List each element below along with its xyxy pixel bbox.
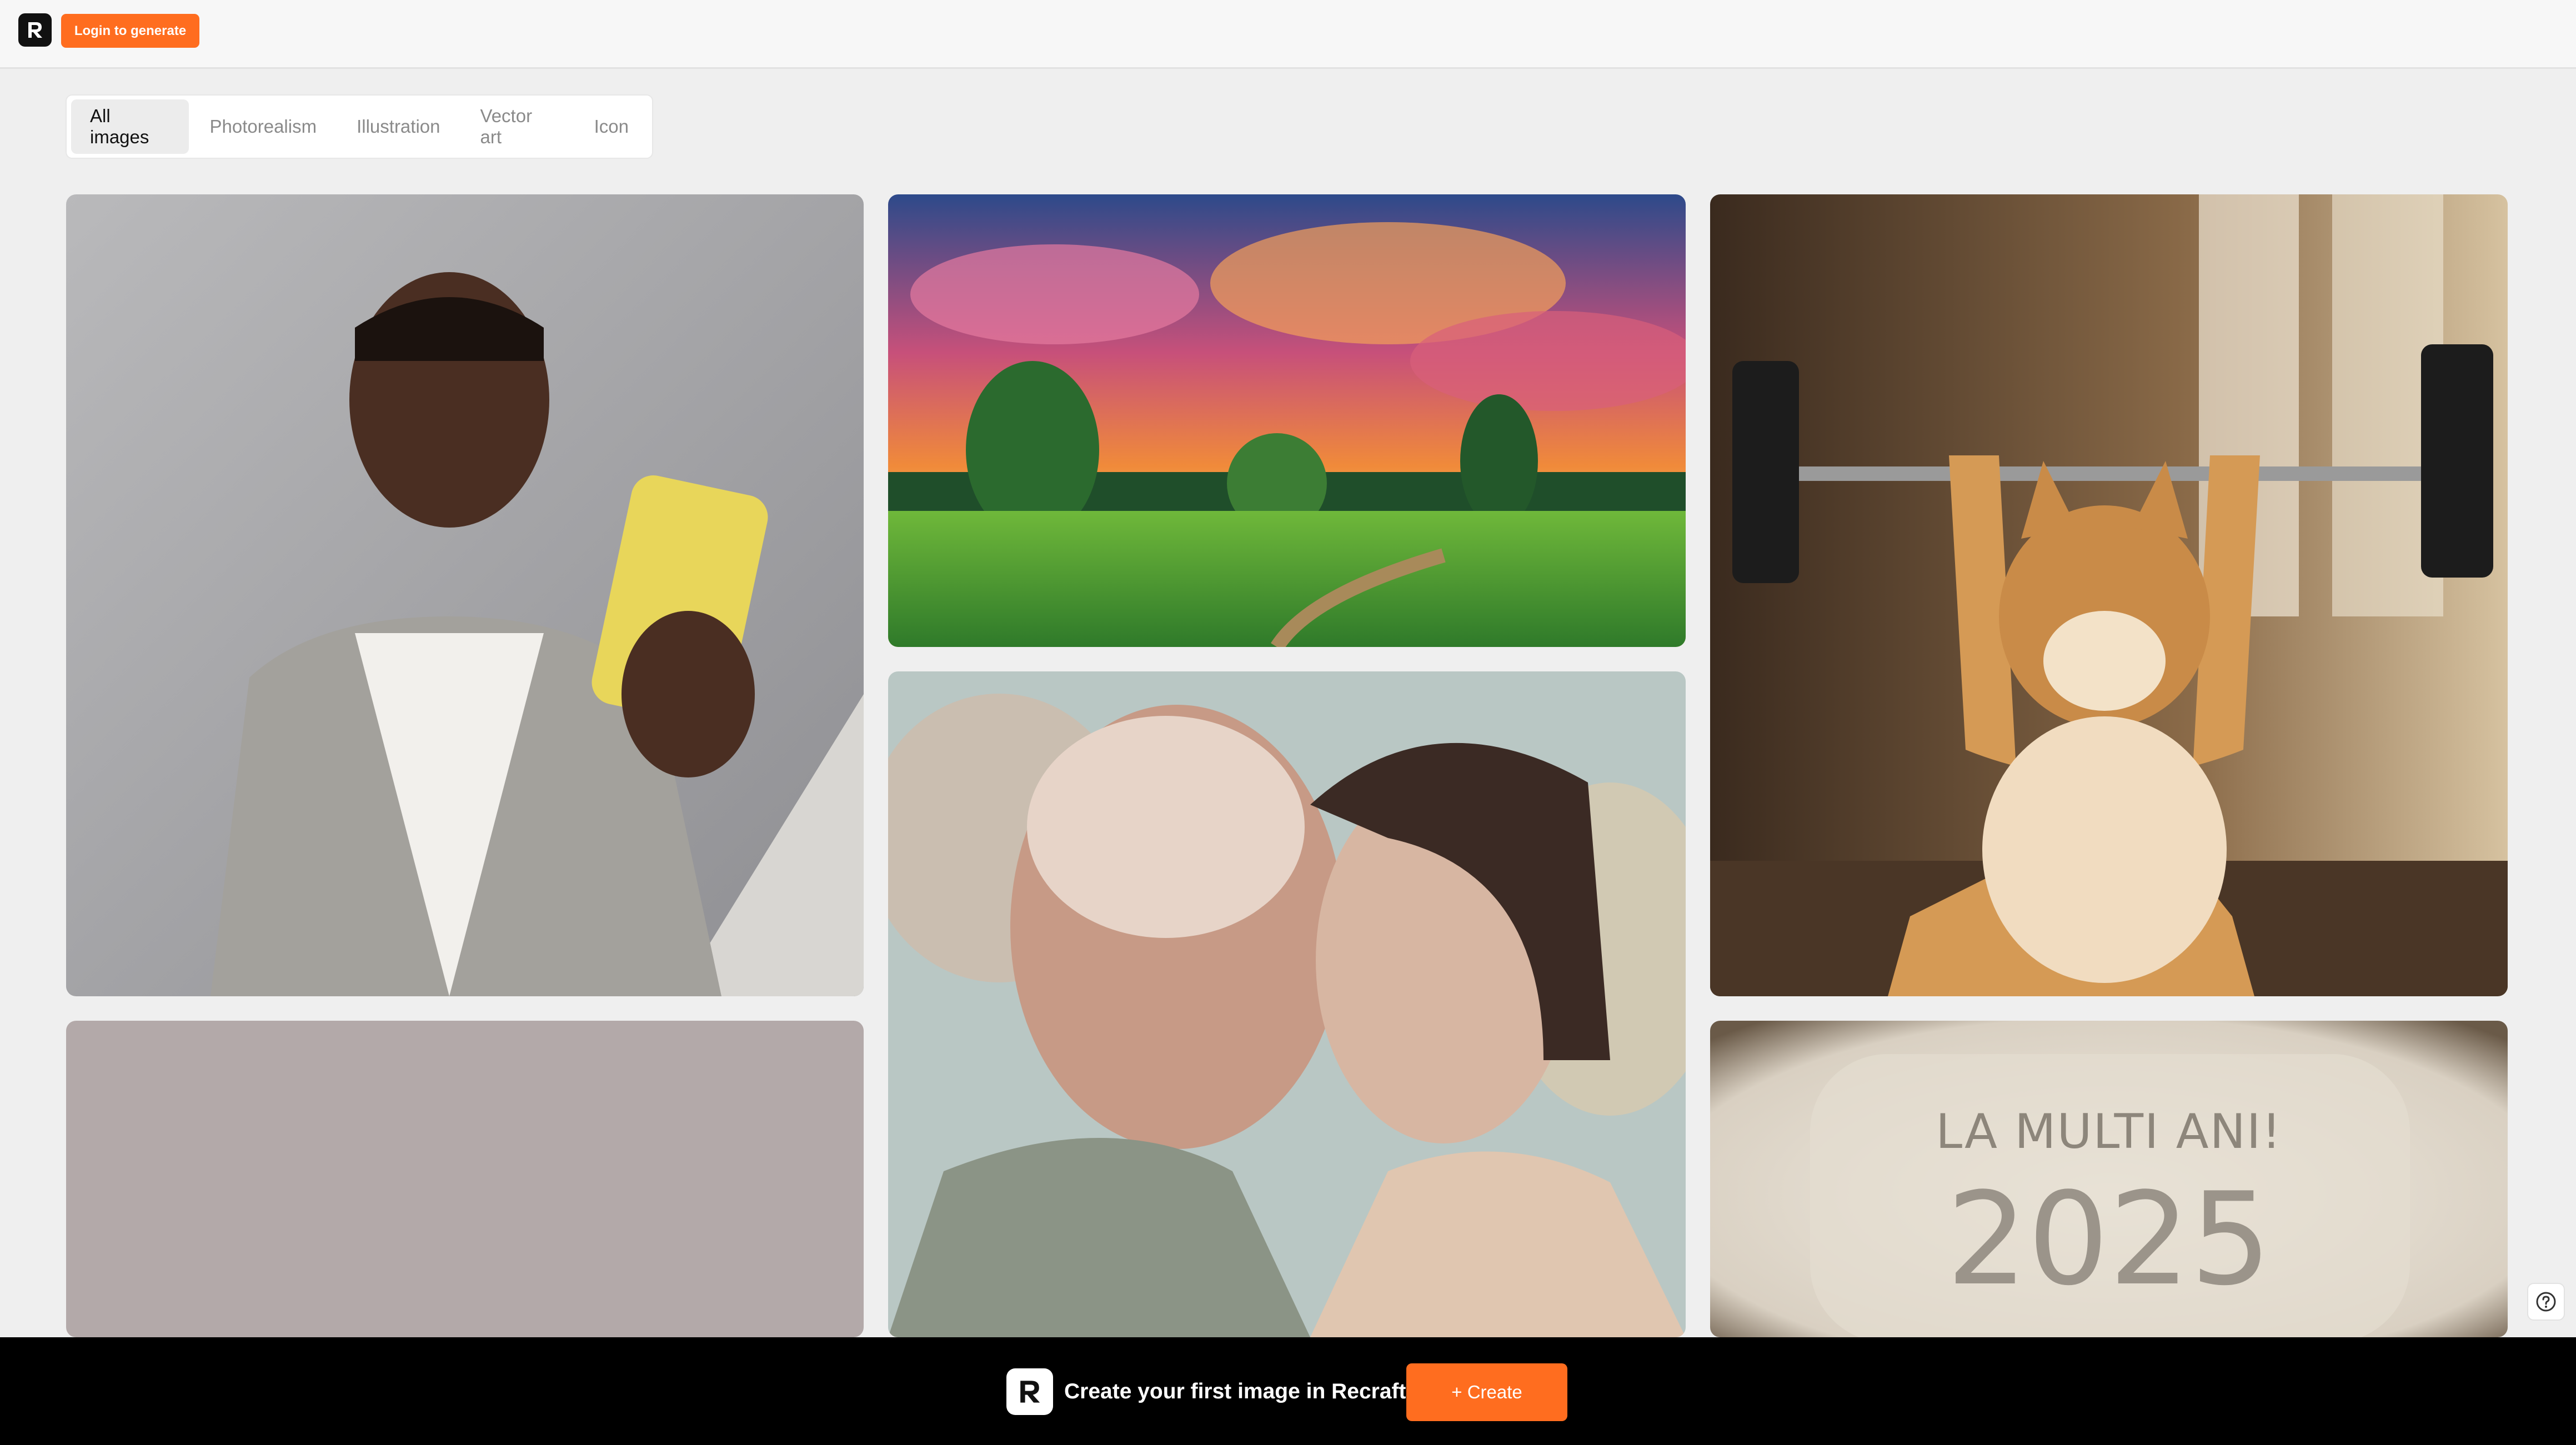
gallery-image-corgi-weightlifting[interactable] xyxy=(1710,194,2508,996)
tab-vector-art[interactable]: Vector art xyxy=(462,99,573,154)
tab-icon[interactable]: Icon xyxy=(575,99,648,154)
tab-photorealism[interactable]: Photorealism xyxy=(191,99,336,154)
category-tabs: All images Photorealism Illustration Vec… xyxy=(66,94,653,159)
tab-all-images[interactable]: All images xyxy=(71,99,189,154)
login-to-generate-button[interactable]: Login to generate xyxy=(61,14,199,48)
flour-text-greeting: LA MULTI ANI! xyxy=(1936,1104,2282,1160)
top-bar: Login to generate xyxy=(0,0,2576,69)
recraft-logo-icon xyxy=(1006,1368,1053,1415)
recraft-logo-icon[interactable] xyxy=(18,13,52,47)
promo-text: Create your first image in Recraft xyxy=(1064,1379,1406,1403)
tab-illustration[interactable]: Illustration xyxy=(338,99,459,154)
help-button[interactable] xyxy=(2527,1283,2565,1321)
gallery-image-man-with-phone[interactable] xyxy=(66,194,864,996)
gallery-image-sunset-landscape[interactable] xyxy=(888,194,1686,647)
question-circle-icon xyxy=(2536,1292,2556,1312)
create-button[interactable]: + Create xyxy=(1406,1363,1567,1421)
gallery-image-placeholder[interactable] xyxy=(66,1021,864,1337)
gallery-image-flour-2025[interactable]: LA MULTI ANI! 2025 xyxy=(1710,1021,2508,1337)
gallery-image-couple-painting[interactable] xyxy=(888,671,1686,1337)
flour-text-year: 2025 xyxy=(1946,1166,2272,1314)
